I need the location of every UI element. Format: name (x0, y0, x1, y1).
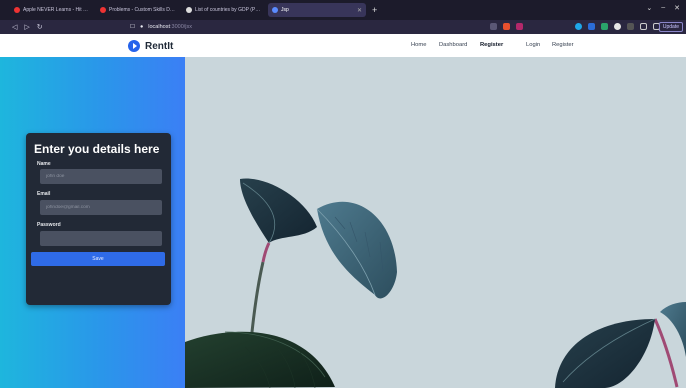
bookmark-icon[interactable]: ☐ (130, 24, 135, 30)
nav-link-home[interactable]: Home (411, 42, 426, 48)
hero-plant-image (185, 57, 686, 388)
rewards-icon[interactable] (516, 23, 523, 30)
address-bar[interactable]: ☐ ● localhost:3000/jsx (130, 22, 192, 32)
browser-tab[interactable]: Problems - Custom Skills Develo… (96, 3, 180, 17)
nav-link-register-2[interactable]: Register (552, 42, 574, 48)
browser-tab-active[interactable]: Jsp ✕ (268, 3, 366, 17)
name-input[interactable] (40, 169, 162, 184)
youtube-icon (14, 7, 20, 13)
top-navbar: RentIt Home Dashboard Register Login Reg… (0, 34, 686, 57)
share-icon[interactable] (490, 23, 497, 30)
extension-icon[interactable] (575, 23, 582, 30)
forward-icon[interactable]: ▷ (24, 23, 29, 31)
extension-icon[interactable] (627, 23, 634, 30)
close-tab-icon[interactable]: ✕ (357, 7, 362, 14)
email-input[interactable] (40, 200, 162, 215)
update-button[interactable]: Update (658, 22, 683, 32)
play-logo-icon (128, 40, 140, 52)
browser-toolbar: ◁ ▷ ↻ ☐ ● localhost:3000/jsx Update (0, 20, 686, 34)
url-path: :3000/jsx (169, 24, 192, 30)
reload-icon[interactable]: ↻ (37, 23, 43, 31)
nav-link-register[interactable]: Register (480, 42, 503, 48)
save-button[interactable]: Save (31, 252, 165, 266)
name-label: Name (37, 161, 51, 167)
back-icon[interactable]: ◁ (12, 23, 17, 31)
close-window-icon[interactable]: ✕ (674, 4, 680, 12)
browser-tab-bar: Apple NEVER Learns - Hit Mu… Problems - … (0, 0, 686, 20)
brave-shield-icon[interactable] (503, 23, 510, 30)
react-icon (272, 7, 278, 13)
info-icon: ● (139, 24, 144, 30)
chevron-down-icon[interactable]: ⌄ (646, 4, 652, 12)
url-host: localhost (148, 24, 170, 30)
password-label: Password (37, 222, 61, 228)
form-title: Enter you details here (34, 142, 160, 156)
wikipedia-icon (186, 7, 192, 13)
sidebar-icon[interactable] (640, 23, 647, 30)
password-input[interactable] (40, 231, 162, 246)
browser-tab[interactable]: List of countries by GDP (PPP)… (182, 3, 266, 17)
details-form-card: Enter you details here Name Email Passwo… (26, 133, 171, 305)
plant-leaves-illustration (185, 178, 686, 388)
web-page: RentIt Home Dashboard Register Login Reg… (0, 34, 686, 388)
browser-tab[interactable]: Apple NEVER Learns - Hit Mu… (10, 3, 94, 17)
extension-icon[interactable] (588, 23, 595, 30)
new-tab-button[interactable]: + (372, 5, 377, 15)
minimize-icon[interactable]: – (661, 4, 665, 12)
email-label: Email (37, 191, 51, 197)
brand-name: RentIt (145, 40, 174, 52)
extension-icon[interactable] (614, 23, 621, 30)
extension-icon[interactable] (601, 23, 608, 30)
brand[interactable]: RentIt (128, 40, 173, 52)
nav-link-login[interactable]: Login (526, 42, 540, 48)
site-icon (100, 7, 106, 13)
nav-link-dashboard[interactable]: Dashboard (439, 42, 467, 48)
